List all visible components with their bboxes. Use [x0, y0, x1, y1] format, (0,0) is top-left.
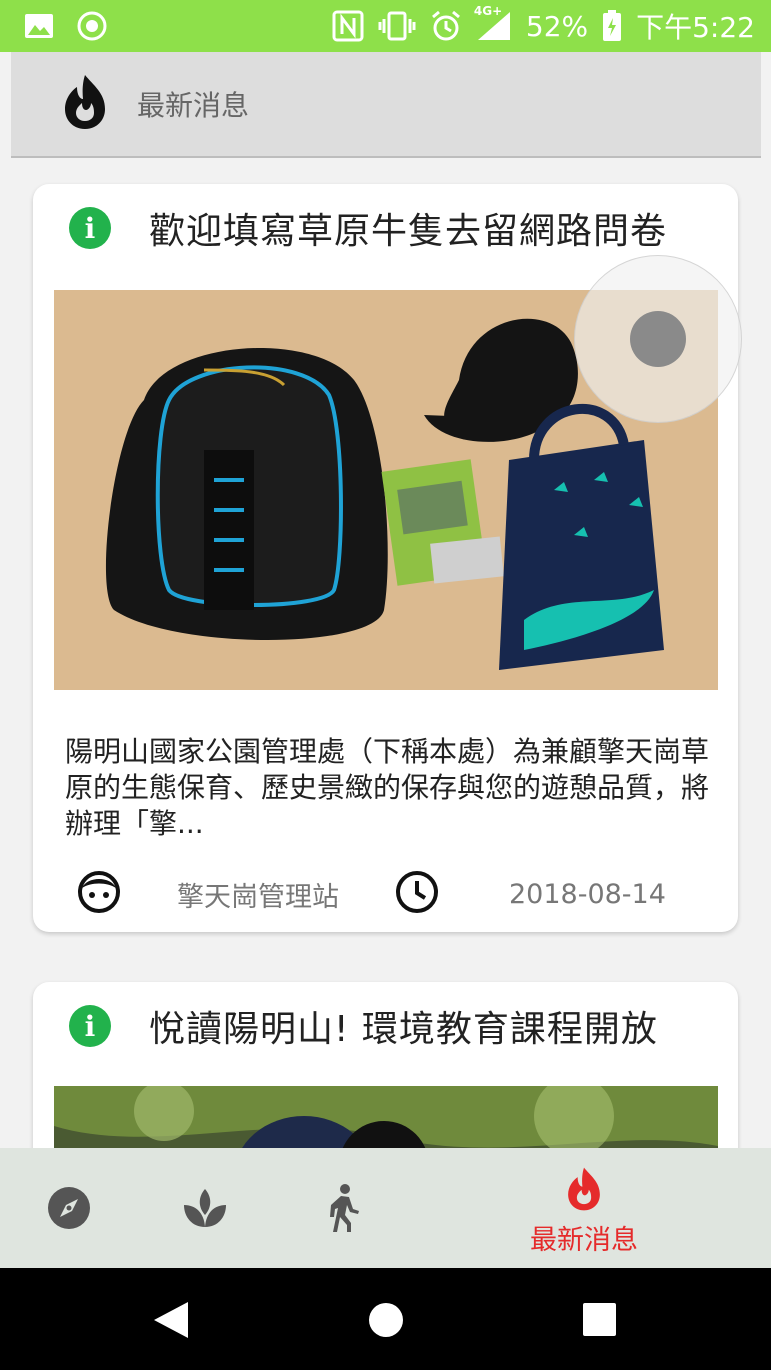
- nfc-icon: [332, 10, 364, 42]
- news-title: 悅讀陽明山! 環境教育課程開放: [149, 1009, 658, 1050]
- news-author: 擎天崗管理站: [177, 881, 339, 913]
- info-icon: i: [69, 207, 111, 249]
- news-description: 陽明山國家公園管理處（下稱本處）為兼顧擎天崗草原的生態保育、歷史景緻的保存與您的…: [65, 735, 710, 840]
- status-bar: 4G+ 52% 下午5:22: [0, 0, 771, 52]
- signal-icon: 4G+: [474, 4, 512, 42]
- compass-icon: [46, 1185, 92, 1235]
- nav-item-label: 最新消息: [530, 1225, 638, 1256]
- home-button[interactable]: [368, 1302, 404, 1342]
- flame-icon: [63, 73, 107, 135]
- image-icon: [24, 13, 54, 39]
- system-navigation-bar: [0, 1268, 771, 1370]
- nav-item-trails[interactable]: [325, 1183, 361, 1237]
- vibrate-icon: [378, 11, 416, 41]
- nav-item-plants[interactable]: [182, 1185, 228, 1235]
- news-date: 2018-08-14: [509, 878, 666, 910]
- bottom-navigation: 最新消息: [0, 1148, 771, 1268]
- recents-button[interactable]: [583, 1303, 616, 1340]
- app-bar: 最新消息: [11, 52, 761, 158]
- back-button[interactable]: [152, 1300, 190, 1344]
- clock-icon: [395, 870, 439, 918]
- sprout-icon: [182, 1185, 228, 1235]
- page-title: 最新消息: [137, 89, 250, 122]
- clock-time: 下午5:22: [636, 11, 755, 44]
- nav-item-explore[interactable]: [46, 1185, 92, 1235]
- walking-icon: [325, 1183, 361, 1237]
- floating-touch-dot[interactable]: [630, 311, 686, 367]
- news-title: 歡迎填寫草原牛隻去留網路問卷: [149, 211, 668, 252]
- info-icon: i: [69, 1005, 111, 1047]
- alarm-icon: [430, 10, 462, 42]
- face-icon: [77, 870, 121, 918]
- battery-percent: 52%: [525, 9, 589, 43]
- nav-item-news[interactable]: 最新消息: [530, 1166, 638, 1257]
- flame-icon: [565, 1166, 603, 1216]
- battery-icon: [602, 10, 622, 42]
- record-icon: [76, 10, 108, 42]
